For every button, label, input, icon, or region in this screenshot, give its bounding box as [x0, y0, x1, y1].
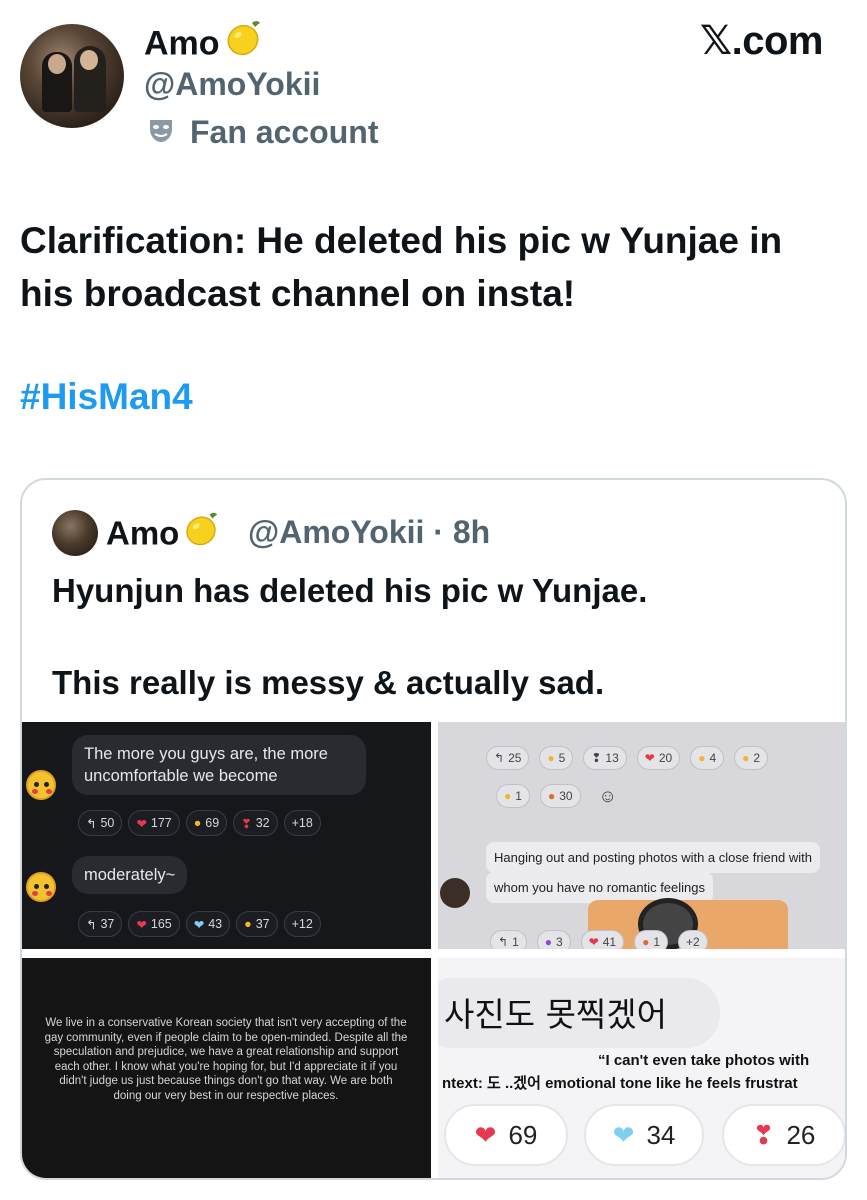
author-name[interactable]: Amo — [144, 24, 220, 62]
reaction-face[interactable]: ● 5 — [539, 746, 574, 770]
sticker-avatar-icon — [26, 872, 56, 902]
reaction-angry[interactable]: ● 30 — [539, 784, 581, 808]
reaction-face[interactable]: ● 1 — [496, 784, 530, 808]
reaction-row: ↰ 50 ❤ 177 ● 69 ❣ 32 +18 — [78, 810, 321, 836]
heart-icon: ❤ — [474, 1119, 497, 1150]
reaction-heart[interactable]: ❤ 165 — [128, 911, 180, 937]
reply-arrow-icon: ↰ — [494, 751, 505, 765]
hashtag-link[interactable]: #HisMan4 — [20, 376, 193, 418]
lemon-icon — [181, 509, 221, 557]
quoted-handle-time[interactable]: @AmoYokii · 8h — [248, 514, 490, 551]
chat-message: whom you have no romantic feelings — [494, 880, 706, 895]
korean-message: 사진도 못찍겠어 — [444, 995, 668, 1034]
reaction-ok[interactable]: ● 69 — [185, 810, 228, 836]
reaction-heart[interactable]: ❤ 41 — [580, 930, 625, 949]
reply-arrow-icon: ↰ — [86, 816, 97, 831]
chat-message: The more you guys are, the more uncomfor… — [84, 745, 328, 785]
quoted-author-avatar[interactable] — [52, 510, 98, 556]
blue-heart-icon: ❤ — [612, 1119, 635, 1150]
reaction-reply[interactable]: ↰ 50 — [78, 810, 123, 836]
statement-text: We live in a conservative Korean society… — [44, 1017, 408, 1102]
reaction-blue-heart[interactable]: ❤ 43 — [185, 911, 231, 937]
add-reaction-button[interactable]: ☺ — [591, 784, 625, 808]
sender-avatar — [440, 878, 470, 908]
media-image-1[interactable]: The more you guys are, the more uncomfor… — [22, 722, 431, 949]
quoted-text-line: This really is messy & actually sad. — [52, 664, 605, 701]
quoted-tweet[interactable]: Amo @AmoYokii · 8h Hyunjun has deleted h… — [20, 478, 847, 1180]
quoted-text: Hyunjun has deleted his pic w Yunjae. Th… — [52, 568, 822, 706]
reaction-exclaim[interactable]: ❢ 13 — [583, 746, 627, 770]
reaction-row: ↰ 37 ❤ 165 ❤ 43 ● 37 +12 — [78, 911, 321, 937]
quoted-text-line: Hyunjun has deleted his pic w Yunjae. — [52, 572, 648, 609]
angry-face-icon: ● — [547, 789, 556, 803]
face-icon: ● — [547, 751, 555, 765]
heart-icon: ❤ — [136, 917, 147, 932]
exclamation-icon: ❢ — [591, 751, 602, 765]
ok-hand-icon: ● — [193, 816, 202, 830]
account-label: Fan account — [146, 114, 378, 151]
heart-exclamation-icon: ❣ — [241, 816, 252, 831]
author-name-row[interactable]: Amo — [144, 20, 264, 71]
quoted-author-name[interactable]: Amo — [106, 515, 179, 552]
reaction-row: ↰ 25 ● 5 ❢ 13 ❤ 20 ● 4 ● 2 — [486, 746, 769, 770]
heart-icon: ❤ — [136, 816, 147, 831]
media-image-3[interactable]: We live in a conservative Korean society… — [22, 958, 431, 1178]
reaction-face[interactable]: ● 37 — [236, 911, 278, 937]
reply-arrow-icon: ↰ — [498, 935, 509, 949]
post-text: Clarification: He deleted his pic w Yunj… — [20, 220, 783, 314]
translation-caption: “I can't even take photos with — [598, 1052, 810, 1069]
steam-face-icon: ● — [742, 751, 750, 765]
author-avatar[interactable] — [20, 24, 124, 128]
reaction-worried[interactable]: ● 4 — [690, 746, 725, 770]
reaction-heart[interactable]: ❤ 177 — [128, 810, 180, 836]
angry-face-icon: ● — [642, 935, 650, 949]
reaction-more[interactable]: +18 — [283, 810, 321, 836]
media-image-2[interactable]: ↰ 25 ● 5 ❢ 13 ❤ 20 ● 4 ● 2 ● 1 ● 30 ☺ Hanging ou… — [438, 722, 845, 949]
worried-face-icon: ● — [698, 751, 706, 765]
theater-mask-icon — [146, 115, 176, 150]
media-image-4[interactable]: 사진도 못찍겠어 “I can't even take photos with … — [438, 958, 845, 1178]
reaction-devil[interactable]: ● 3 — [536, 930, 571, 949]
sticker-avatar-icon — [26, 770, 56, 800]
quoted-author-name-row[interactable]: Amo — [106, 512, 221, 560]
reaction-more[interactable]: +2 — [678, 930, 708, 949]
author-handle[interactable]: @AmoYokii — [144, 66, 320, 103]
avatar-face — [80, 50, 98, 70]
chat-message: moderately~ — [84, 866, 176, 884]
chat-bubble: Hanging out and posting photos with a cl… — [486, 842, 820, 873]
face-icon: ● — [504, 789, 512, 803]
heart-icon: ❤ — [588, 935, 599, 949]
reaction-reply[interactable]: ↰ 25 — [486, 746, 530, 770]
reaction-reply[interactable]: ↰ 37 — [78, 911, 123, 937]
reaction-heart[interactable]: ❤ 20 — [636, 746, 681, 770]
blue-heart-icon: ❤ — [193, 917, 205, 932]
heart-exclamation-icon: ❣ — [752, 1119, 775, 1150]
reaction-more[interactable]: +12 — [283, 911, 321, 937]
heart-icon: ❤ — [644, 751, 655, 765]
media-grid: The more you guys are, the more uncomfor… — [22, 722, 845, 1178]
reaction-heart[interactable]: ❤ 69 — [444, 1104, 568, 1166]
reply-arrow-icon: ↰ — [86, 917, 97, 932]
reaction-steam[interactable]: ● 2 — [734, 746, 769, 770]
reaction-exclaim[interactable]: ❣ 32 — [233, 810, 278, 836]
reaction-row: ● 1 ● 30 ☺ — [496, 784, 625, 808]
chat-message: Hanging out and posting photos with a cl… — [494, 850, 812, 865]
devil-icon: ● — [544, 935, 552, 949]
reaction-exclaim[interactable]: ❣ 26 — [722, 1104, 845, 1166]
lemon-icon — [222, 17, 264, 68]
chat-bubble: The more you guys are, the more uncomfor… — [72, 735, 366, 795]
brand-logo: 𝕏.com — [699, 19, 824, 63]
face-icon: ● — [244, 917, 252, 931]
reaction-angry[interactable]: ● 1 — [634, 930, 669, 949]
chat-bubble: whom you have no romantic feelings — [486, 872, 714, 903]
reaction-blue-heart[interactable]: ❤ 34 — [584, 1104, 704, 1166]
avatar-face — [48, 54, 66, 74]
reaction-reply[interactable]: ↰ 1 — [490, 930, 527, 949]
reaction-row: ↰ 1 ● 3 ❤ 41 ● 1 +2 — [490, 930, 708, 949]
account-label-text: Fan account — [190, 114, 379, 150]
translation-caption: ntext: 도 ..겠어 emotional tone like he fee… — [442, 1075, 798, 1092]
chat-bubble: moderately~ — [72, 856, 188, 894]
